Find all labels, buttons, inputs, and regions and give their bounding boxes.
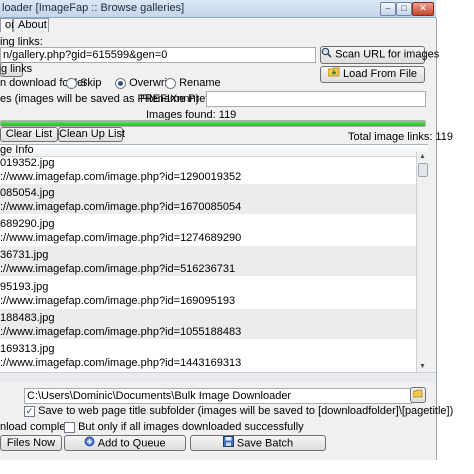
list-item-file: 95193.jpg bbox=[0, 281, 49, 293]
list-item[interactable]: 188483.jpg ://www.imagefap.com/image.php… bbox=[0, 309, 416, 339]
add-queue-icon bbox=[84, 436, 95, 451]
list-item[interactable]: 085054.jpg ://www.imagefap.com/image.php… bbox=[0, 184, 416, 214]
overwrite-radio[interactable] bbox=[115, 77, 126, 89]
scroll-thumb[interactable] bbox=[418, 163, 428, 177]
close-button[interactable]: ✕ bbox=[412, 2, 434, 16]
title-bar[interactable]: loader [ImageFap :: Browse galleries] – … bbox=[0, 0, 436, 18]
list-item-file: 169313.jpg bbox=[0, 343, 55, 355]
scan-url-label: Scan URL for images bbox=[335, 48, 440, 61]
magnifier-icon bbox=[321, 47, 332, 62]
only-if-all-option[interactable]: But only if all images downloaded succes… bbox=[64, 421, 304, 433]
list-item-file: 019352.jpg bbox=[0, 157, 55, 169]
load-from-file-label: Load From File bbox=[343, 68, 418, 80]
scan-url-button[interactable]: Scan URL for images bbox=[320, 46, 439, 64]
save-batch-label: Save Batch bbox=[236, 437, 294, 450]
skip-radio[interactable] bbox=[66, 77, 77, 89]
skip-option[interactable]: Skip bbox=[66, 77, 101, 89]
list-item-url: ://www.imagefap.com/image.php?id=1274689… bbox=[0, 232, 242, 244]
only-if-all-label: But only if all images downloaded succes… bbox=[78, 421, 304, 433]
list-item-url: ://www.imagefap.com/image.php?id=1443169… bbox=[0, 357, 242, 369]
save-batch-button[interactable]: Save Batch bbox=[190, 435, 326, 451]
add-to-queue-label: Add to Queue bbox=[97, 437, 166, 450]
list-item-url: ://www.imagefap.com/image.php?id=1055188… bbox=[0, 326, 242, 338]
list-item-file: 689290.jpg bbox=[0, 218, 55, 230]
browse-folder-button[interactable] bbox=[410, 387, 426, 403]
filename-prefix-input[interactable] bbox=[206, 91, 426, 107]
load-from-file-button[interactable]: Load From File bbox=[320, 66, 425, 83]
skip-label: Skip bbox=[80, 77, 102, 89]
clean-up-list-button[interactable]: Clean Up List bbox=[58, 127, 125, 142]
folder-icon bbox=[327, 67, 340, 81]
list-item-url: ://www.imagefap.com/image.php?id=1290019… bbox=[0, 171, 242, 183]
rename-label: Rename bbox=[179, 77, 221, 89]
list-scrollbar[interactable]: ▲ ▼ bbox=[416, 152, 428, 372]
list-item-file: 085054.jpg bbox=[0, 187, 55, 199]
add-to-queue-button[interactable]: Add to Queue bbox=[64, 435, 186, 451]
subfolder-option[interactable]: ✓ Save to web page title subfolder (imag… bbox=[24, 405, 453, 417]
only-if-all-checkbox[interactable] bbox=[64, 421, 75, 433]
maximize-button[interactable]: □ bbox=[396, 2, 412, 16]
list-item[interactable]: 36731.jpg ://www.imagefap.com/image.php?… bbox=[0, 246, 416, 276]
window-title: loader [ImageFap :: Browse galleries] bbox=[2, 2, 185, 14]
list-item-url: ://www.imagefap.com/image.php?id=1670085… bbox=[0, 201, 242, 213]
list-item-url: ://www.imagefap.com/image.php?id=5162367… bbox=[0, 263, 236, 275]
folder-icon bbox=[412, 388, 423, 402]
scroll-down-arrow-icon[interactable]: ▼ bbox=[417, 362, 428, 372]
subfolder-checkbox[interactable]: ✓ bbox=[24, 405, 35, 417]
tab-main[interactable]: on bbox=[0, 18, 17, 32]
total-links-text: Total image links: 119 bbox=[348, 131, 453, 143]
url-input[interactable]: n/gallery.php?gid=615599&gen=0 bbox=[0, 47, 316, 63]
clear-list-button[interactable]: Clear List bbox=[0, 127, 58, 142]
subfolder-label: Save to web page title subfolder (images… bbox=[38, 405, 454, 417]
list-item-url: ://www.imagefap.com/image.php?id=1690951… bbox=[0, 295, 236, 307]
list-item[interactable]: 689290.jpg ://www.imagefap.com/image.php… bbox=[0, 215, 416, 245]
save-disk-icon bbox=[222, 436, 234, 451]
list-item-file: 36731.jpg bbox=[0, 249, 49, 261]
progress-fill bbox=[1, 121, 425, 126]
download-files-now-button[interactable]: Files Now bbox=[0, 435, 62, 451]
list-item[interactable]: 169313.jpg ://www.imagefap.com/image.php… bbox=[0, 340, 416, 370]
progress-bar bbox=[0, 120, 426, 127]
image-list[interactable]: ge Info 019352.jpg ://www.imagefap.com/i… bbox=[0, 144, 428, 373]
rename-option[interactable]: Rename bbox=[165, 77, 221, 89]
minimize-button[interactable]: – bbox=[380, 2, 396, 16]
list-footer-bar bbox=[0, 372, 436, 382]
scroll-up-arrow-icon[interactable]: ▲ bbox=[417, 152, 428, 162]
list-item[interactable]: 95193.jpg ://www.imagefap.com/image.php?… bbox=[0, 278, 416, 308]
tab-about[interactable]: About bbox=[13, 18, 49, 32]
rename-radio[interactable] bbox=[165, 77, 176, 89]
save-folder-input[interactable]: C:\Users\Dominic\Documents\Bulk Image Do… bbox=[24, 388, 412, 404]
list-item[interactable]: 019352.jpg ://www.imagefap.com/image.php… bbox=[0, 154, 416, 184]
list-item-file: 188483.jpg bbox=[0, 312, 55, 324]
links-button[interactable]: g links bbox=[0, 62, 32, 77]
